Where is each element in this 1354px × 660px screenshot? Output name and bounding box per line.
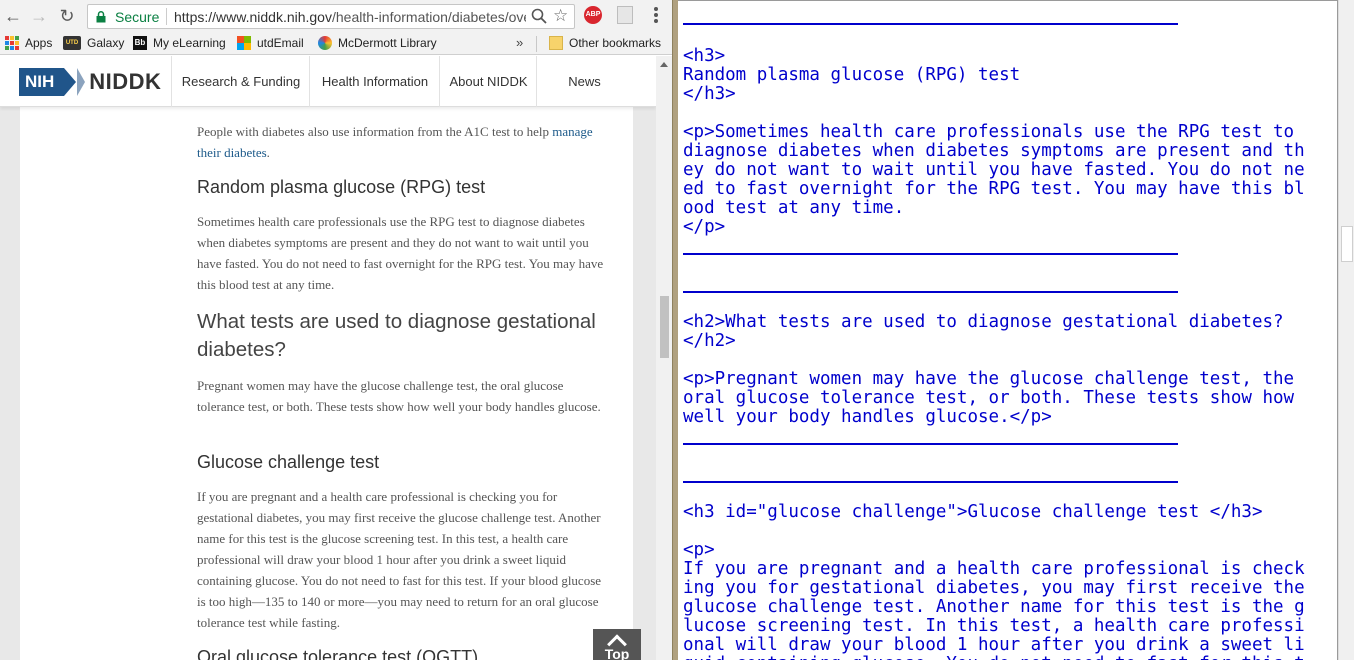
code-line: oral glucose tolerance test, or both. Th… — [683, 388, 1295, 408]
page-scroll-thumb[interactable] — [660, 296, 669, 358]
bookmark-star-icon[interactable]: ☆ — [553, 6, 568, 26]
site-header: NIH NIDDK Research & Funding Health Info… — [0, 56, 656, 107]
code-line: <h3 id="glucose challenge">Glucose chall… — [683, 502, 1263, 522]
adblock-label: ABP — [585, 11, 601, 18]
bookmark-label: My eLearning — [153, 36, 226, 50]
heading-glucose-challenge: Glucose challenge test — [197, 452, 380, 472]
forward-icon[interactable]: → — [28, 6, 50, 26]
code-line: well your body handles glucose.</p> — [683, 407, 1052, 427]
editor-scrollbar[interactable] — [1338, 0, 1354, 660]
code-line: ood test at any time. — [683, 198, 905, 218]
nih-badge: NIH — [19, 68, 77, 96]
other-bookmarks[interactable]: Other bookmarks — [549, 36, 661, 50]
url-path: /health-information/diabetes/overview/te… — [331, 9, 526, 25]
code-line: <p>Sometimes health care professionals u… — [683, 122, 1295, 142]
code-line: ed to fast overnight for the RPG test. Y… — [683, 179, 1305, 199]
bookmark-label: utdEmail — [257, 36, 304, 50]
code-line: glucose challenge test. Another name for… — [683, 597, 1305, 617]
browser-toolbar: ← → ↻ Secure https://www.niddk.nih.gov/h… — [0, 0, 672, 33]
pdf-extension-icon[interactable] — [617, 6, 633, 24]
url-separator — [166, 8, 167, 25]
heading-rpg-test: Random plasma glucose (RPG) test — [197, 177, 486, 197]
blackboard-icon: Bb — [133, 36, 147, 50]
nav-about-niddk[interactable]: About NIDDK — [439, 56, 537, 107]
bookmark-utdemail[interactable]: utdEmail — [237, 36, 304, 50]
page-scrollbar[interactable] — [656, 56, 672, 660]
scroll-up-icon[interactable] — [660, 62, 668, 67]
browser-menu-icon[interactable] — [650, 7, 662, 25]
bookmarks-bar: Apps UTD Galaxy Bb My eLearning utdEmail… — [0, 33, 672, 55]
code-line: </h3> — [683, 84, 736, 104]
code-line: ey do not want to wait until you have fa… — [683, 160, 1305, 180]
code-line: <h3> — [683, 46, 726, 66]
reload-icon[interactable]: ↻ — [56, 6, 78, 26]
paragraph-text: People with diabetes also use informatio… — [197, 124, 550, 139]
microsoft-icon — [237, 36, 251, 50]
address-bar[interactable]: Secure https://www.niddk.nih.gov/health-… — [87, 4, 575, 29]
code-line: <p>Pregnant women may have the glucose c… — [683, 369, 1295, 389]
nav-research-funding[interactable]: Research & Funding — [171, 56, 310, 107]
back-icon[interactable]: ← — [2, 6, 24, 26]
hr-rule — [683, 253, 1178, 255]
back-to-top-button[interactable]: Top — [593, 629, 641, 660]
bookmark-label: Apps — [25, 36, 53, 50]
code-line: ing you for gestational diabetes, you ma… — [683, 578, 1305, 598]
secure-label: Secure — [115, 9, 160, 25]
url-host: https://www.niddk.nih.gov — [174, 9, 332, 25]
paragraph-a1c: People with diabetes also use informatio… — [197, 121, 607, 163]
bookmark-galaxy[interactable]: UTD Galaxy — [63, 36, 124, 50]
code-line: lucose screening test. In this test, a h… — [683, 616, 1305, 636]
folder-icon — [549, 36, 563, 50]
adblock-icon[interactable]: ABP — [584, 6, 602, 24]
hr-rule — [683, 23, 1178, 25]
paragraph-glucose-challenge: If you are pregnant and a health care pr… — [197, 489, 602, 630]
code-line: diagnose diabetes when diabetes symptoms… — [683, 141, 1305, 161]
heading-ogtt: Oral glucose tolerance test (OGTT) — [197, 647, 479, 660]
paragraph-rpg: Sometimes health care professionals use … — [197, 214, 604, 292]
bookmark-elearning[interactable]: Bb My eLearning — [133, 36, 226, 50]
code-line: quid containing glucose. You do not need… — [683, 655, 1305, 660]
url-text[interactable]: https://www.niddk.nih.gov/health-informa… — [174, 9, 526, 25]
hr-rule — [683, 443, 1178, 445]
paragraph-gestational: Pregnant women may have the glucose chal… — [197, 378, 601, 414]
code-line: onal will draw your blood 1 hour after y… — [683, 635, 1305, 655]
code-line: </h2> — [683, 331, 736, 351]
code-line: </p> — [683, 217, 726, 237]
code-line: If you are pregnant and a health care pr… — [683, 559, 1305, 579]
article-content: People with diabetes also use informatio… — [20, 107, 633, 660]
hr-rule — [683, 291, 1178, 293]
source-editor[interactable]: <h3> Random plasma glucose (RPG) test </h3… — [678, 0, 1338, 660]
library-icon — [318, 36, 332, 50]
page-viewport: NIH NIDDK Research & Funding Health Info… — [0, 56, 656, 660]
bookmark-label: McDermott Library — [338, 36, 437, 50]
browser-window: ← → ↻ Secure https://www.niddk.nih.gov/h… — [0, 0, 672, 660]
nav-news[interactable]: News — [536, 56, 632, 107]
niddk-logo[interactable]: NIH NIDDK — [19, 67, 161, 97]
apps-grid-icon — [5, 36, 19, 50]
bookmark-apps[interactable]: Apps — [5, 36, 52, 50]
code-line: <h2>What tests are used to diagnose gest… — [683, 312, 1284, 332]
code-line: <p> — [683, 540, 715, 560]
logo-arrow-icon — [77, 68, 86, 96]
hr-rule — [683, 481, 1178, 483]
bookmarks-separator — [536, 36, 537, 52]
lock-icon — [96, 11, 106, 23]
bookmark-label: Galaxy — [87, 36, 125, 50]
other-bookmarks-label: Other bookmarks — [569, 36, 662, 50]
paragraph-text: . — [266, 145, 270, 160]
editor-scroll-thumb[interactable] — [1341, 226, 1353, 262]
galaxy-icon: UTD — [63, 36, 81, 50]
more-bookmarks-chevron-icon[interactable]: » — [516, 35, 523, 50]
heading-gestational-diabetes: What tests are used to diagnose gestatio… — [197, 310, 596, 361]
niddk-wordmark: NIDDK — [89, 69, 162, 94]
bookmark-mcdermott[interactable]: McDermott Library — [318, 36, 437, 50]
code-line: Random plasma glucose (RPG) test — [683, 65, 1021, 85]
zoom-icon[interactable] — [531, 8, 547, 24]
nav-health-information[interactable]: Health Information — [309, 56, 440, 107]
